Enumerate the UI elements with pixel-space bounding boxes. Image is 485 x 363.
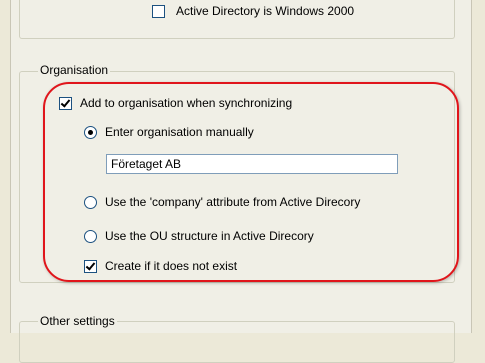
- other-settings-legend: Other settings: [38, 314, 117, 328]
- create-if-missing-label: Create if it does not exist: [105, 259, 238, 273]
- company-attribute-label: Use the 'company' attribute from Active …: [105, 195, 361, 209]
- ou-structure-radio[interactable]: [84, 230, 97, 243]
- create-if-missing-checkbox[interactable]: [84, 260, 97, 273]
- company-attribute-radio[interactable]: [84, 196, 97, 209]
- enter-manually-radio[interactable]: [84, 126, 97, 139]
- organisation-name-input[interactable]: [106, 154, 398, 174]
- ou-structure-label: Use the OU structure in Active Direcory: [105, 229, 314, 243]
- add-to-organisation-label: Add to organisation when synchronizing: [80, 96, 293, 110]
- organisation-legend: Organisation: [38, 63, 111, 77]
- ad-windows2000-checkbox[interactable]: [152, 5, 165, 18]
- ad-windows2000-label: Active Directory is Windows 2000: [176, 4, 355, 18]
- enter-manually-label: Enter organisation manually: [105, 125, 254, 139]
- add-to-organisation-checkbox[interactable]: [59, 97, 72, 110]
